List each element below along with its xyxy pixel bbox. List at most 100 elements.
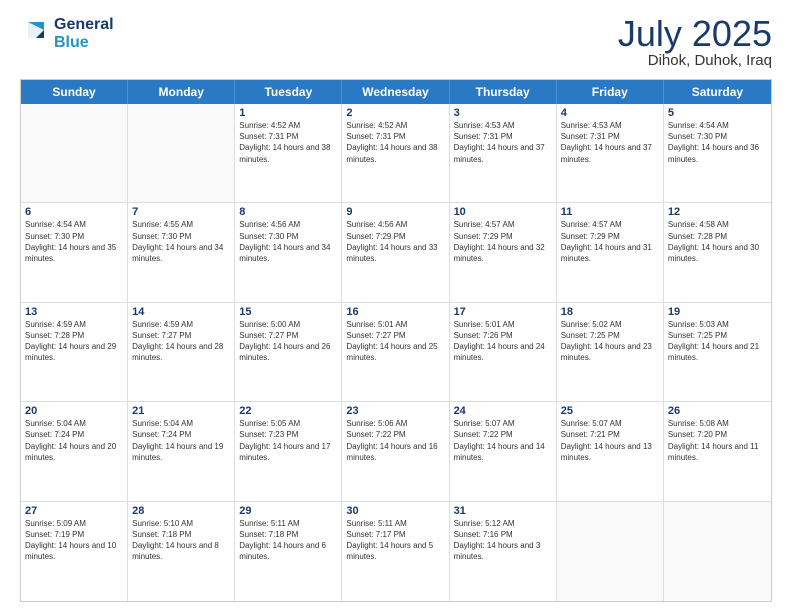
calendar-cell: 23Sunrise: 5:06 AMSunset: 7:22 PMDayligh… — [342, 402, 449, 500]
cell-info: Sunrise: 5:12 AMSunset: 7:16 PMDaylight:… — [454, 518, 552, 563]
day-number: 7 — [132, 206, 230, 218]
cell-info: Sunrise: 5:01 AMSunset: 7:26 PMDaylight:… — [454, 319, 552, 364]
calendar-cell: 29Sunrise: 5:11 AMSunset: 7:18 PMDayligh… — [235, 502, 342, 601]
calendar-cell: 15Sunrise: 5:00 AMSunset: 7:27 PMDayligh… — [235, 303, 342, 401]
day-number: 8 — [239, 206, 337, 218]
day-number: 14 — [132, 306, 230, 318]
calendar-cell: 21Sunrise: 5:04 AMSunset: 7:24 PMDayligh… — [128, 402, 235, 500]
day-number: 27 — [25, 505, 123, 517]
day-number: 12 — [668, 206, 767, 218]
calendar-cell: 1Sunrise: 4:52 AMSunset: 7:31 PMDaylight… — [235, 104, 342, 202]
cell-info: Sunrise: 5:11 AMSunset: 7:18 PMDaylight:… — [239, 518, 337, 563]
calendar-cell: 8Sunrise: 4:56 AMSunset: 7:30 PMDaylight… — [235, 203, 342, 301]
calendar-row: 6Sunrise: 4:54 AMSunset: 7:30 PMDaylight… — [21, 203, 771, 302]
cell-info: Sunrise: 4:59 AMSunset: 7:27 PMDaylight:… — [132, 319, 230, 364]
logo-wrap: General Blue — [20, 16, 114, 51]
day-number: 22 — [239, 405, 337, 417]
cell-info: Sunrise: 5:02 AMSunset: 7:25 PMDaylight:… — [561, 319, 659, 364]
cell-info: Sunrise: 4:56 AMSunset: 7:29 PMDaylight:… — [346, 219, 444, 264]
cell-info: Sunrise: 4:58 AMSunset: 7:28 PMDaylight:… — [668, 219, 767, 264]
cell-info: Sunrise: 5:07 AMSunset: 7:21 PMDaylight:… — [561, 418, 659, 463]
day-number: 28 — [132, 505, 230, 517]
cell-info: Sunrise: 5:11 AMSunset: 7:17 PMDaylight:… — [346, 518, 444, 563]
cell-info: Sunrise: 5:05 AMSunset: 7:23 PMDaylight:… — [239, 418, 337, 463]
cell-info: Sunrise: 5:07 AMSunset: 7:22 PMDaylight:… — [454, 418, 552, 463]
day-number: 11 — [561, 206, 659, 218]
day-number: 15 — [239, 306, 337, 318]
cell-info: Sunrise: 5:09 AMSunset: 7:19 PMDaylight:… — [25, 518, 123, 563]
calendar-cell: 13Sunrise: 4:59 AMSunset: 7:28 PMDayligh… — [21, 303, 128, 401]
day-number: 3 — [454, 107, 552, 119]
day-number: 16 — [346, 306, 444, 318]
calendar-cell: 22Sunrise: 5:05 AMSunset: 7:23 PMDayligh… — [235, 402, 342, 500]
calendar-cell: 2Sunrise: 4:52 AMSunset: 7:31 PMDaylight… — [342, 104, 449, 202]
calendar-cell: 11Sunrise: 4:57 AMSunset: 7:29 PMDayligh… — [557, 203, 664, 301]
calendar-cell: 28Sunrise: 5:10 AMSunset: 7:18 PMDayligh… — [128, 502, 235, 601]
page: General Blue July 2025 Dihok, Duhok, Ira… — [0, 0, 792, 612]
cell-info: Sunrise: 5:04 AMSunset: 7:24 PMDaylight:… — [132, 418, 230, 463]
location-title: Dihok, Duhok, Iraq — [618, 52, 772, 69]
day-number: 6 — [25, 206, 123, 218]
weekday-header: Saturday — [664, 80, 771, 104]
day-number: 13 — [25, 306, 123, 318]
day-number: 19 — [668, 306, 767, 318]
calendar-cell: 26Sunrise: 5:08 AMSunset: 7:20 PMDayligh… — [664, 402, 771, 500]
month-title: July 2025 — [618, 16, 772, 52]
calendar-cell: 16Sunrise: 5:01 AMSunset: 7:27 PMDayligh… — [342, 303, 449, 401]
logo-graphic — [20, 18, 52, 50]
day-number: 10 — [454, 206, 552, 218]
calendar-body: 1Sunrise: 4:52 AMSunset: 7:31 PMDaylight… — [21, 104, 771, 601]
day-number: 5 — [668, 107, 767, 119]
cell-info: Sunrise: 5:06 AMSunset: 7:22 PMDaylight:… — [346, 418, 444, 463]
calendar-cell — [128, 104, 235, 202]
calendar-cell: 19Sunrise: 5:03 AMSunset: 7:25 PMDayligh… — [664, 303, 771, 401]
weekday-header: Sunday — [21, 80, 128, 104]
calendar-cell: 5Sunrise: 4:54 AMSunset: 7:30 PMDaylight… — [664, 104, 771, 202]
cell-info: Sunrise: 4:53 AMSunset: 7:31 PMDaylight:… — [454, 120, 552, 165]
logo-word1: General — [54, 16, 114, 34]
calendar-cell — [21, 104, 128, 202]
weekday-header: Wednesday — [342, 80, 449, 104]
logo-text: General Blue — [54, 16, 114, 51]
cell-info: Sunrise: 4:52 AMSunset: 7:31 PMDaylight:… — [346, 120, 444, 165]
calendar-cell: 31Sunrise: 5:12 AMSunset: 7:16 PMDayligh… — [450, 502, 557, 601]
calendar-cell: 4Sunrise: 4:53 AMSunset: 7:31 PMDaylight… — [557, 104, 664, 202]
day-number: 18 — [561, 306, 659, 318]
calendar-cell: 7Sunrise: 4:55 AMSunset: 7:30 PMDaylight… — [128, 203, 235, 301]
day-number: 20 — [25, 405, 123, 417]
calendar-cell: 10Sunrise: 4:57 AMSunset: 7:29 PMDayligh… — [450, 203, 557, 301]
cell-info: Sunrise: 4:57 AMSunset: 7:29 PMDaylight:… — [561, 219, 659, 264]
weekday-header: Friday — [557, 80, 664, 104]
day-number: 24 — [454, 405, 552, 417]
calendar-cell: 17Sunrise: 5:01 AMSunset: 7:26 PMDayligh… — [450, 303, 557, 401]
day-number: 23 — [346, 405, 444, 417]
day-number: 31 — [454, 505, 552, 517]
cell-info: Sunrise: 4:54 AMSunset: 7:30 PMDaylight:… — [25, 219, 123, 264]
day-number: 25 — [561, 405, 659, 417]
logo-word2: Blue — [54, 34, 114, 52]
calendar-cell: 14Sunrise: 4:59 AMSunset: 7:27 PMDayligh… — [128, 303, 235, 401]
weekday-header: Monday — [128, 80, 235, 104]
calendar: SundayMondayTuesdayWednesdayThursdayFrid… — [20, 79, 772, 602]
weekday-header: Tuesday — [235, 80, 342, 104]
calendar-cell: 12Sunrise: 4:58 AMSunset: 7:28 PMDayligh… — [664, 203, 771, 301]
day-number: 17 — [454, 306, 552, 318]
calendar-cell: 25Sunrise: 5:07 AMSunset: 7:21 PMDayligh… — [557, 402, 664, 500]
cell-info: Sunrise: 5:03 AMSunset: 7:25 PMDaylight:… — [668, 319, 767, 364]
day-number: 1 — [239, 107, 337, 119]
calendar-cell: 20Sunrise: 5:04 AMSunset: 7:24 PMDayligh… — [21, 402, 128, 500]
cell-info: Sunrise: 4:52 AMSunset: 7:31 PMDaylight:… — [239, 120, 337, 165]
day-number: 30 — [346, 505, 444, 517]
calendar-cell — [664, 502, 771, 601]
day-number: 2 — [346, 107, 444, 119]
calendar-row: 20 Sunrise: 5:04 AMSunset: 7:24 PMDayligh… — [21, 402, 771, 501]
calendar-cell: 18Sunrise: 5:02 AMSunset: 7:25 PMDayligh… — [557, 303, 664, 401]
day-number: 26 — [668, 405, 767, 417]
calendar-row: 27Sunrise: 5:09 AMSunset: 7:19 PMDayligh… — [21, 502, 771, 601]
cell-info: Sunrise: 4:59 AMSunset: 7:28 PMDaylight:… — [25, 319, 123, 364]
cell-info: Sunrise: 4:57 AMSunset: 7:29 PMDaylight:… — [454, 219, 552, 264]
calendar-cell: 30Sunrise: 5:11 AMSunset: 7:17 PMDayligh… — [342, 502, 449, 601]
calendar-header: SundayMondayTuesdayWednesdayThursdayFrid… — [21, 80, 771, 104]
weekday-header: Thursday — [450, 80, 557, 104]
calendar-cell: 9Sunrise: 4:56 AMSunset: 7:29 PMDaylight… — [342, 203, 449, 301]
